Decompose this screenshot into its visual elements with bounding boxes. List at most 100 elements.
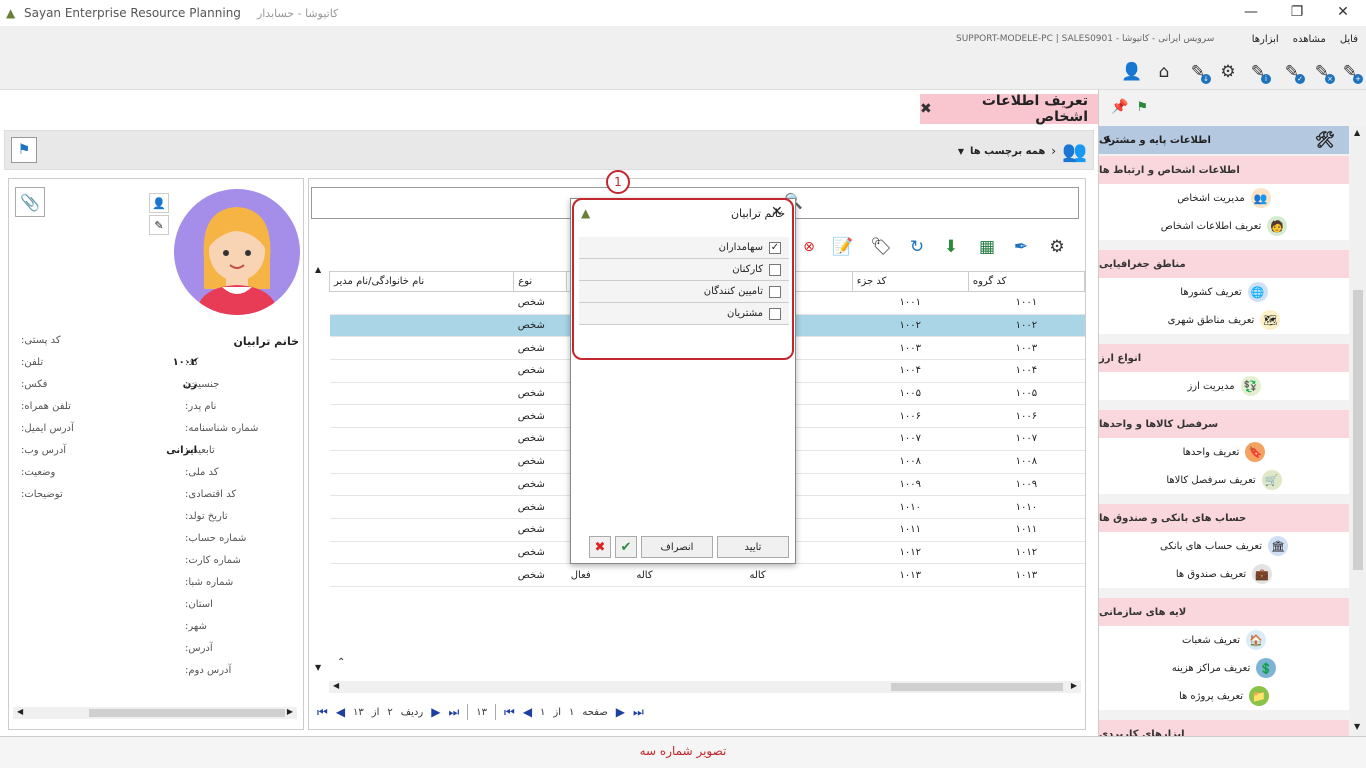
edit-record-icon[interactable]: 📝 [831,235,855,259]
sidebar-item[interactable]: 💼 تعریف صندوق ها [1099,560,1349,588]
user-icon[interactable]: 👤 [1120,60,1144,84]
table-cell: شخص [513,450,567,474]
column-header[interactable]: کد جزء [851,271,969,292]
attachment-icon[interactable]: 📎 [15,187,45,217]
expand-up-icon[interactable]: ⌃ [337,657,345,668]
sidebar-item[interactable]: 🏠 تعریف شعبات [1099,626,1349,654]
tag-filter-label[interactable]: همه برچسب ها [970,146,1045,157]
plugin-check-icon[interactable]: ✎ ✓ [1280,60,1305,84]
plugin-download-icon[interactable]: ✎ ↓ [1186,60,1211,84]
menu-tools[interactable]: ابزارها [1252,34,1279,45]
home-icon[interactable]: ⌂ [1152,60,1176,84]
row-label: ردیف [400,706,424,718]
sidebar-item[interactable]: 🧑 تعریف اطلاعات اشخاص [1099,212,1349,240]
sidebar-item[interactable]: 🛒 تعریف سرفصل کالاها [1099,466,1349,494]
avatar-user-icon[interactable]: 👤 [149,193,169,213]
settings-icon[interactable]: ⚙ [1216,60,1240,84]
table-cell: شخص [513,382,567,406]
cancel-button[interactable]: انصراف [641,536,713,558]
pin-icon[interactable]: 📌 [1111,99,1128,115]
minimize-button[interactable]: — [1228,0,1274,24]
tab-person-info[interactable]: تعریف اطلاعات اشخاص ✖ [920,93,1098,125]
plugin-info-icon[interactable]: ✎ i [1246,60,1271,84]
confirm-icon[interactable]: ✔ [615,536,637,558]
maximize-button[interactable]: ❐ [1274,0,1320,24]
sidebar-section-head[interactable]: مناطق جغرافیایی [1099,250,1349,278]
sidebar-item[interactable]: 🏛 تعریف حساب های بانکی [1099,532,1349,560]
collapse-icon[interactable]: ▲ [1105,134,1111,143]
sidebar-item-icon: 🛒 [1261,470,1282,490]
sidebar-item[interactable]: 🔖 تعریف واحدها [1099,438,1349,466]
row-of-label: از [371,706,380,718]
sidebar-item-icon: 🏠 [1246,630,1267,650]
bookmark-icon[interactable]: ⚑ [11,137,37,163]
import-icon[interactable]: ⬇ [939,235,963,259]
plugin-remove-icon[interactable]: ✎ × [1310,60,1335,84]
callout-number: 1 [606,170,630,194]
cancel-icon[interactable]: ✖ [589,536,611,558]
sidebar-item-icon: 🗺 [1260,310,1281,330]
user-info: SUPPORT-MODELE-PC | SALES0901 - سرویس ای… [956,34,1215,44]
sidebar-section-head[interactable]: اطلاعات اشخاص و ارتباط ها [1099,156,1349,184]
table-cell: ۱۰۰۱ [852,291,969,315]
table-cell: ۱۰۰۴ [968,359,1085,383]
excel-export-icon[interactable]: ▦ [975,235,999,259]
sidebar-main-group[interactable]: اطلاعات پایه و مشترک 🛠 ▲ [1099,126,1349,154]
tag-record-icon[interactable]: 🏷 [869,235,893,259]
grid-hscroll[interactable]: ◀ ▶ [329,681,1081,693]
sidebar-flag-icon[interactable]: ⚑ [1136,100,1148,115]
sidebar-item[interactable]: 🗺 تعریف مناطق شهری [1099,306,1349,334]
table-cell: ۱۰۰۸ [852,450,969,474]
menu-view[interactable]: مشاهده [1293,34,1326,45]
person-field-label: شماره شبا: [185,577,234,588]
sidebar-scrollbar[interactable]: ▲ ▼ [1350,126,1366,736]
sidebar-section-head[interactable]: سرفصل کالاها و واحدها [1099,410,1349,438]
sidebar-section-head[interactable]: لایه های سازمانی [1099,598,1349,626]
table-cell: کاله [662,563,853,587]
plugin-add-icon[interactable]: ✎ + [1338,60,1363,84]
sidebar-item[interactable]: 📁 تعریف پروژه ها [1099,682,1349,710]
sidebar-item-label: تعریف سرفصل کالاها [1166,474,1256,486]
last-page-icon[interactable]: ⏭ [633,705,644,720]
detail-hscroll[interactable]: ◀ ▶ [13,707,297,719]
next-row-icon[interactable]: ▶ [431,705,440,719]
sort-down-icon[interactable]: ▼ [315,663,321,672]
sidebar-section-head[interactable]: حساب های بانکی و صندوق ها [1099,504,1349,532]
column-header[interactable]: کد گروه [967,271,1086,292]
sort-up-icon[interactable]: ▲ [315,265,321,274]
sidebar-item-label: مدیریت ارز [1187,380,1235,392]
sidebar-item[interactable]: 🌐 تعریف کشورها [1099,278,1349,306]
tag-filter-dropdown-icon[interactable]: ▼ [958,147,964,156]
main-toolbar: 👤 ⌂ ✎ ↓ ⚙ ✎ i ✎ ✓ ✎ × ✎ + [0,54,1366,90]
sidebar-item-label: تعریف صندوق ها [1175,568,1247,580]
sidebar-item-label: تعریف حساب های بانکی [1160,540,1262,552]
confirm-button[interactable]: تایید [717,536,789,558]
first-row-icon[interactable]: ⏮ [317,705,328,720]
tab-close-icon[interactable]: ✖ [920,101,932,117]
last-row-icon[interactable]: ⏭ [448,705,459,720]
refresh-icon[interactable]: ↻ [905,235,929,259]
prev-row-icon[interactable]: ◀ [336,705,345,719]
column-header[interactable]: نام خانوادگی/نام مدیر [328,271,515,292]
sidebar-section-head[interactable]: انواع ارز [1099,344,1349,372]
next-page-icon[interactable]: ▶ [616,705,625,719]
first-page-icon[interactable]: ⏮ [504,705,515,720]
delete-record-icon[interactable]: ⊗ [797,235,821,259]
sidebar-item-label: مدیریت اشخاص [1177,192,1245,204]
edit-avatar-icon[interactable]: ✎ [149,215,169,235]
sidebar-item[interactable]: 💱 مدیریت ارز [1099,372,1349,400]
table-cell: ۱۰۱۱ [968,518,1085,542]
window-subtitle: کاتیوشا - حسابدار [256,6,339,20]
avatar [174,189,300,315]
sidebar-item[interactable]: 👥 مدیریت اشخاص [1099,184,1349,212]
close-window-button[interactable]: ✕ [1320,0,1366,24]
prev-page-icon[interactable]: ◀ [523,705,532,719]
table-cell: ۱۰۰۴ [852,359,969,383]
table-row[interactable]: شخص فعال کاله کاله ۱۰۱۳ ۱۰۱۳ [329,563,1085,587]
quill-icon[interactable]: ✒ [1009,235,1033,259]
table-cell: ۱۰۰۶ [852,404,969,429]
column-header[interactable]: نوع [513,271,568,292]
sidebar-item[interactable]: 💲 تعریف مراکز هزینه [1099,654,1349,682]
grid-settings-icon[interactable]: ⚙ [1045,235,1069,259]
menu-file[interactable]: فایل [1340,34,1358,45]
